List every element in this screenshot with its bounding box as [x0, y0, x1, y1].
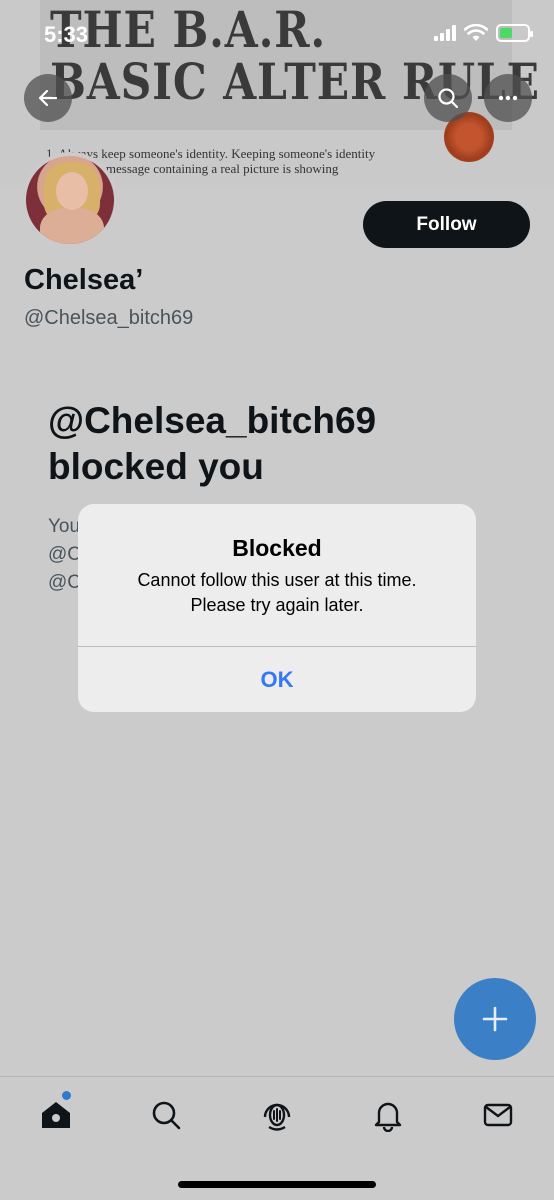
back-button[interactable]	[24, 74, 72, 122]
alert-ok-button[interactable]: OK	[78, 647, 476, 712]
search-icon	[438, 88, 459, 109]
arrow-left-icon	[38, 89, 58, 107]
search-icon	[152, 1101, 181, 1130]
home-icon	[42, 1102, 70, 1128]
search-button[interactable]	[424, 74, 472, 122]
more-icon	[498, 95, 518, 101]
avatar[interactable]	[22, 152, 118, 248]
more-button[interactable]	[484, 74, 532, 122]
wifi-icon	[464, 24, 488, 41]
tab-spaces[interactable]	[257, 1095, 297, 1135]
alert-message: Cannot follow this user at this time. Pl…	[98, 568, 456, 618]
compose-button[interactable]	[454, 978, 536, 1060]
status-time: 5:33	[44, 22, 89, 47]
display-name: Chelsea’	[24, 264, 144, 296]
tab-messages[interactable]	[478, 1095, 518, 1135]
tab-notifications[interactable]	[368, 1095, 408, 1135]
tab-search[interactable]	[146, 1095, 186, 1135]
spaces-icon	[263, 1103, 291, 1131]
battery-icon	[496, 24, 533, 42]
plus-icon	[482, 1006, 508, 1032]
alert-message-line: Please try again later.	[190, 595, 364, 615]
home-indicator	[178, 1181, 376, 1188]
alert-title: Blocked	[232, 535, 322, 561]
bell-icon	[374, 1102, 402, 1132]
blocked-heading: @Chelsea_bitch69 blocked you	[48, 400, 377, 487]
status-bar: 5:33	[0, 0, 554, 64]
notification-dot	[62, 1091, 71, 1100]
signal-icon	[434, 25, 456, 41]
status-icons	[434, 24, 533, 42]
profile-handle: @Chelsea_bitch69	[24, 307, 194, 329]
follow-button[interactable]: Follow	[363, 201, 530, 248]
tab-home[interactable]	[36, 1095, 76, 1135]
blocked-alert-dialog: Blocked Cannot follow this user at this …	[78, 504, 476, 712]
alert-message-line: Cannot follow this user at this time.	[137, 570, 417, 590]
mail-icon	[483, 1103, 513, 1127]
banner-text-line: 1. Always keep someone's identity. Keepi…	[46, 146, 376, 161]
